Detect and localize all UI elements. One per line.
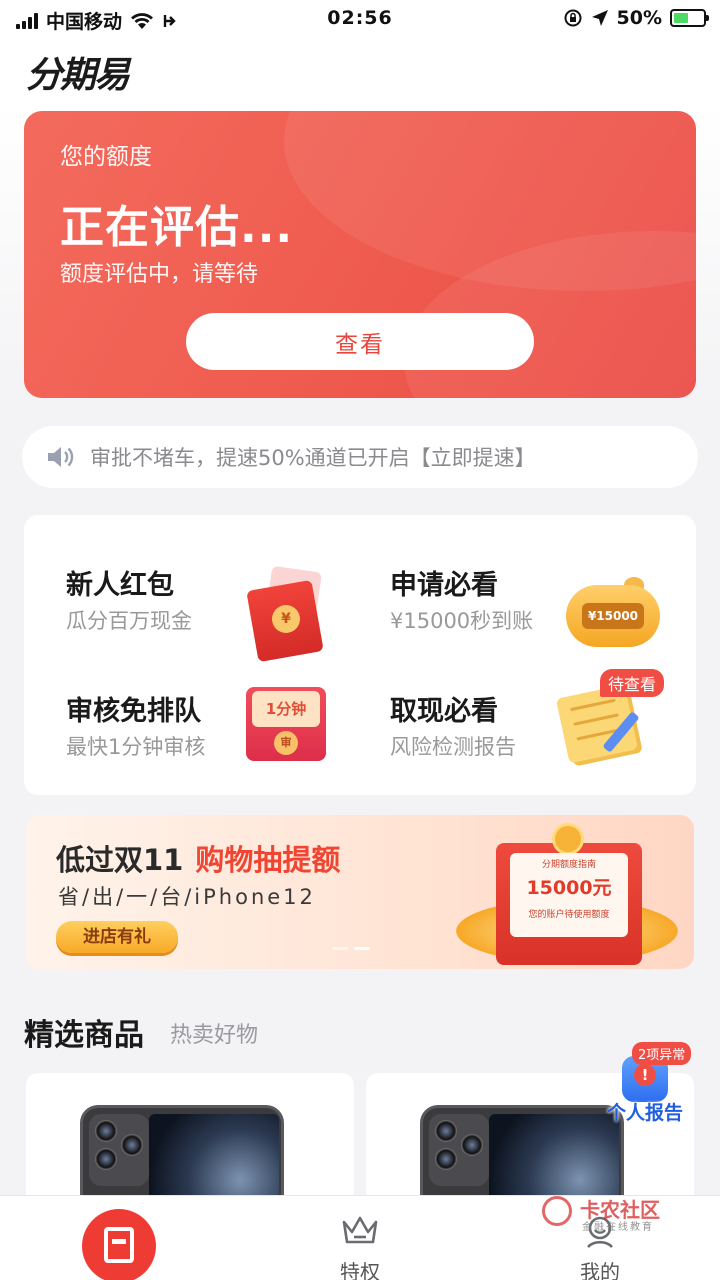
credit-limit-label: 您的额度 bbox=[60, 144, 152, 170]
location-arrow-icon bbox=[591, 10, 608, 26]
watermark-logo-icon bbox=[542, 1196, 572, 1226]
notice-text: 审批不堵车，提速50%通道已开启【立即提速】 bbox=[90, 446, 536, 470]
envelope-icon: 1分钟 审 bbox=[246, 687, 326, 761]
promo-title: 低过双11 购物抽提额 bbox=[56, 843, 341, 877]
feature-title: 审核免排队 bbox=[66, 696, 201, 727]
nav-home[interactable] bbox=[82, 1209, 156, 1280]
feature-apply-guide[interactable]: 申请必看 ¥15000秒到账 ¥15000 bbox=[348, 543, 678, 653]
feature-desc: 最快1分钟审核 bbox=[66, 735, 206, 759]
app-header: 分期易 bbox=[0, 38, 720, 102]
promo-title-highlight: 购物抽提额 bbox=[195, 843, 341, 877]
feature-desc: 风险检测报告 bbox=[390, 735, 516, 759]
promo-button[interactable]: 进店有礼 bbox=[56, 921, 178, 953]
red-envelope-icon: ¥ bbox=[246, 565, 330, 663]
section-title: 精选商品 bbox=[24, 1018, 144, 1053]
nav-label: 特权 bbox=[340, 1260, 380, 1280]
report-label: 个人报告 bbox=[606, 1102, 683, 1124]
nav-privilege[interactable]: 特权 bbox=[310, 1214, 410, 1280]
status-right: 50% bbox=[563, 7, 709, 29]
pending-badge: 待查看 bbox=[599, 669, 664, 697]
carousel-indicator bbox=[332, 947, 370, 950]
product-card[interactable] bbox=[26, 1073, 354, 1213]
feature-new-user-redpack[interactable]: 新人红包 瓜分百万现金 ¥ bbox=[24, 543, 354, 663]
piggy-bank-icon: ¥15000 bbox=[564, 577, 664, 649]
feature-desc: 瓜分百万现金 bbox=[66, 609, 192, 633]
notepad-icon: 待查看 bbox=[554, 669, 664, 765]
battery-icon bbox=[670, 9, 709, 27]
home-icon bbox=[104, 1227, 134, 1263]
warning-icon: ! bbox=[634, 1064, 656, 1086]
feature-title: 申请必看 bbox=[390, 570, 498, 601]
watermark: 卡农社区 金融在线教育 bbox=[540, 1192, 670, 1233]
notice-bar[interactable]: 审批不堵车，提速50%通道已开启【立即提速】 bbox=[22, 426, 698, 488]
promo-subtitle: 省/出/一/台/iPhone12 bbox=[58, 885, 316, 909]
feature-desc: ¥15000秒到账 bbox=[390, 609, 534, 633]
personal-report-float[interactable]: ! 2项异常 个人报告 bbox=[600, 1042, 692, 1126]
battery-fill bbox=[674, 13, 688, 23]
rotation-lock-icon bbox=[564, 9, 582, 27]
credit-limit-subtitle: 额度评估中，请等待 bbox=[60, 262, 259, 287]
feature-grid: 新人红包 瓜分百万现金 ¥ 申请必看 ¥15000秒到账 ¥15000 审核免排… bbox=[24, 515, 696, 795]
speaker-icon bbox=[48, 447, 74, 467]
crown-icon bbox=[342, 1216, 378, 1244]
feature-withdraw-guide[interactable]: 取现必看 风险检测报告 待查看 bbox=[348, 669, 678, 779]
promo-banner[interactable]: 低过双11 购物抽提额 省/出/一/台/iPhone12 进店有礼 分期额度指南 … bbox=[26, 815, 694, 969]
feature-no-queue-review[interactable]: 审核免排队 最快1分钟审核 1分钟 审 bbox=[24, 669, 354, 779]
status-bar: 中国移动 02:56 50% bbox=[0, 0, 720, 38]
battery-percent: 50% bbox=[616, 7, 662, 29]
nav-label: 我的 bbox=[580, 1260, 620, 1280]
watermark-subtitle: 金融在线教育 bbox=[582, 1222, 654, 1233]
anomaly-badge: 2项异常 bbox=[632, 1042, 692, 1065]
section-subtitle: 热卖好物 bbox=[170, 1023, 259, 1048]
medal-icon bbox=[552, 823, 584, 855]
view-button[interactable]: 查看 bbox=[186, 313, 534, 370]
app-logo: 分期易 bbox=[26, 55, 130, 96]
feature-title: 新人红包 bbox=[66, 570, 174, 601]
feature-title: 取现必看 bbox=[390, 696, 498, 727]
credit-limit-card: 您的额度 正在评估... 额度评估中，请等待 查看 bbox=[24, 111, 696, 398]
credit-limit-status: 正在评估... bbox=[60, 202, 294, 253]
gift-box-illustration: 分期额度指南 15000元 您的账户待使用额度 bbox=[446, 823, 686, 969]
